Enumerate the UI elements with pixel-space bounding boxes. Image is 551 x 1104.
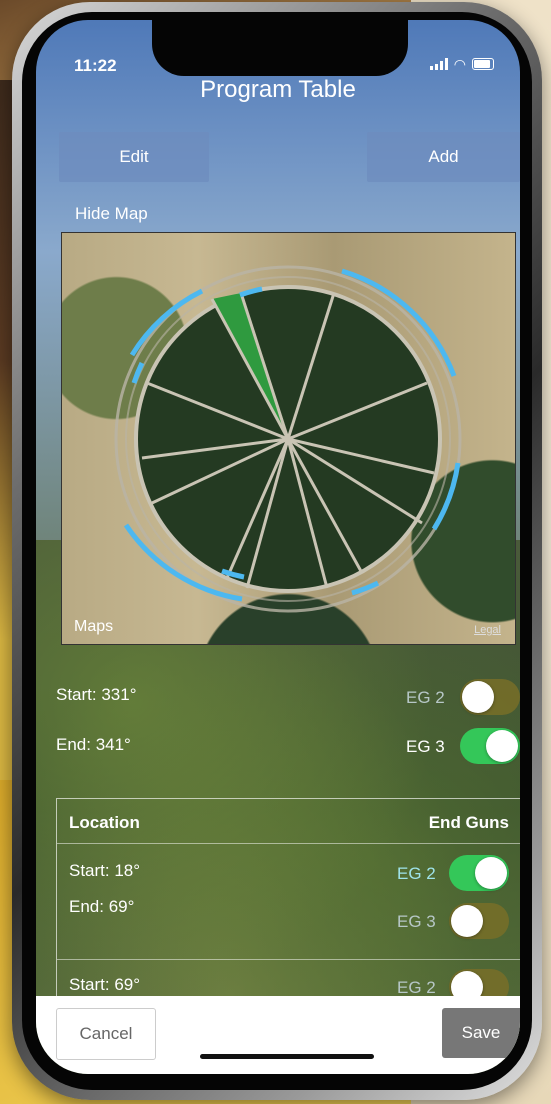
cancel-button[interactable]: Cancel — [56, 1008, 156, 1060]
table-header: Location End Guns — [57, 799, 520, 844]
signal-icon — [429, 58, 448, 70]
column-location: Location — [69, 813, 140, 832]
pivot-diagram — [114, 265, 462, 613]
screen: 11:22 ◠ Program Table Edit Add Hide Map — [36, 20, 520, 1074]
table-row-1-eg3-toggle[interactable] — [449, 903, 509, 939]
selection-eg3-toggle[interactable] — [460, 728, 520, 764]
hide-map-link[interactable]: Hide Map — [75, 204, 148, 224]
selection-end: End: 341° — [56, 735, 131, 754]
program-table: Location End Guns Start: 18° End: 69° EG… — [56, 798, 520, 1020]
table-row-1-eg2-toggle[interactable] — [449, 855, 509, 891]
selection-eg2-label: EG 2 — [406, 688, 445, 707]
table-row-1-eg3-label: EG 3 — [397, 912, 436, 931]
selection-eg3-label: EG 3 — [406, 737, 445, 756]
table-row-1-eg2-label: EG 2 — [397, 864, 436, 883]
table-row-1-start: Start: 18° — [69, 861, 141, 880]
map-view[interactable]: Maps Legal — [61, 232, 516, 645]
table-row-2-eg2-label: EG 2 — [397, 978, 436, 997]
selection-start: Start: 331° — [56, 685, 137, 704]
home-indicator[interactable] — [200, 1054, 374, 1059]
selection-eg2-toggle[interactable] — [460, 679, 520, 715]
toggle-knob — [462, 681, 494, 713]
toggle-knob — [475, 857, 507, 889]
maps-logo-text: Maps — [74, 618, 114, 635]
notch — [152, 20, 408, 76]
column-end-guns: End Guns — [428, 813, 509, 832]
row-separator — [57, 959, 520, 960]
table-row-2-start: Start: 69° — [69, 975, 141, 994]
status-icons: ◠ — [429, 56, 494, 72]
maps-logo: Maps — [74, 618, 113, 636]
toggle-knob — [486, 730, 518, 762]
add-button[interactable]: Add — [367, 132, 520, 182]
status-time: 11:22 — [74, 56, 117, 75]
bottom-bar: Cancel Save — [36, 996, 520, 1074]
page-title: Program Table — [200, 76, 356, 103]
wifi-icon: ◠ — [453, 56, 466, 72]
table-row-1-end: End: 69° — [69, 897, 135, 916]
save-button[interactable]: Save — [442, 1008, 520, 1058]
battery-icon — [472, 58, 494, 70]
legal-link[interactable]: Legal — [474, 624, 501, 636]
edit-button[interactable]: Edit — [59, 132, 209, 182]
toggle-knob — [451, 905, 483, 937]
